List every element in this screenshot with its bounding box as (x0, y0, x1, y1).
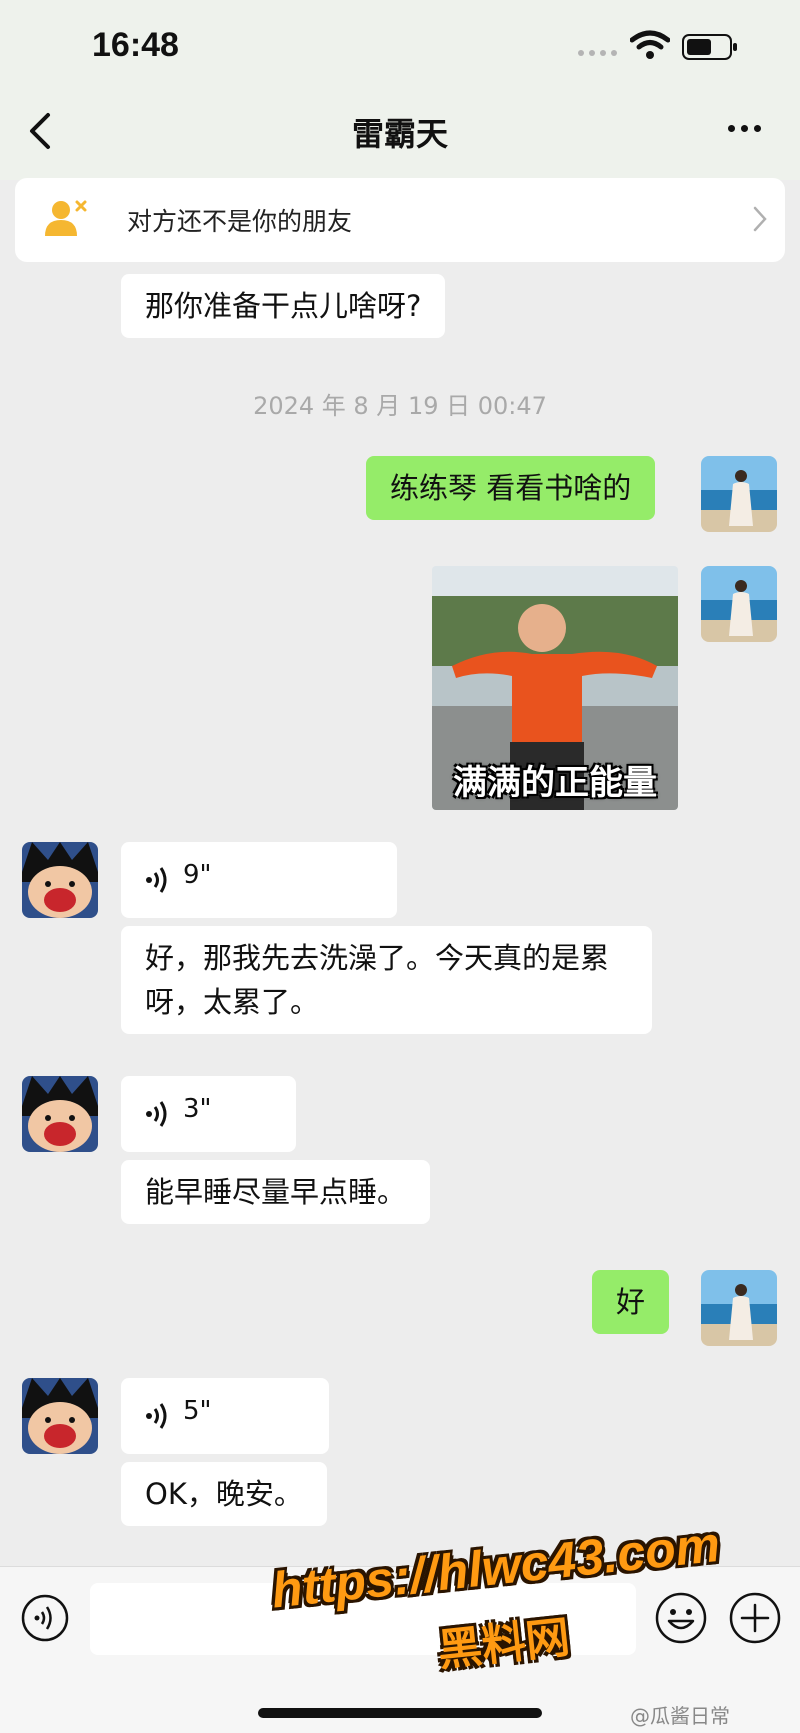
contact-avatar[interactable] (22, 842, 98, 918)
sticker-caption: 满满的正能量 (453, 763, 657, 803)
voice-duration: 9" (183, 860, 212, 890)
message-text: 好 (616, 1285, 646, 1319)
voice-wave-icon (146, 1403, 167, 1429)
wifi-icon (630, 30, 670, 59)
my-avatar[interactable] (701, 456, 777, 532)
message-timestamp: 2024 年 8 月 19 日 00:47 (253, 392, 547, 420)
message-bubble-received[interactable]: 能早睡尽量早点睡。 (121, 1160, 431, 1224)
message-bubble-received[interactable]: 好，那我先去洗澡了。今天真的是累呀，太累了。 (121, 926, 652, 1034)
contact-avatar[interactable] (22, 1076, 98, 1152)
message-text: OK，晚安。 (145, 1477, 303, 1511)
contact-avatar[interactable] (22, 1378, 98, 1454)
voice-duration: 5" (183, 1396, 212, 1426)
cellular-signal-icon (578, 50, 617, 56)
more-options-icon[interactable] (728, 125, 761, 132)
message-bubble-sent[interactable]: 练练琴 看看书啥的 (366, 456, 656, 520)
source-credit: @瓜酱日常 (630, 1704, 730, 1728)
voice-duration: 3" (183, 1094, 212, 1124)
message-bubble-sent[interactable]: 好 (592, 1270, 670, 1334)
not-friend-text: 对方还不是你的朋友 (127, 207, 353, 236)
voice-message[interactable]: 5" (121, 1378, 329, 1454)
back-arrow-icon[interactable] (26, 109, 56, 153)
battery-icon (682, 34, 737, 60)
voice-wave-icon (146, 1101, 167, 1127)
message-text: 能早睡尽量早点睡。 (145, 1175, 407, 1209)
status-time: 16:48 (92, 26, 179, 64)
chevron-right-icon (753, 206, 767, 232)
sticker-image[interactable]: 满满的正能量 (432, 566, 678, 810)
message-text: 练练琴 看看书啥的 (390, 471, 632, 505)
message-bubble-received[interactable]: 那你准备干点儿啥呀? (121, 274, 446, 338)
message-text: 好，那我先去洗澡了。今天真的是累呀，太累了。 (145, 941, 610, 1019)
plus-icon[interactable] (728, 1591, 782, 1645)
voice-message[interactable]: 9" (121, 842, 397, 918)
voice-wave-icon (146, 867, 167, 893)
voice-message[interactable]: 3" (121, 1076, 296, 1152)
chat-header: 雷霸天 (0, 95, 800, 180)
message-text: 那你准备干点儿啥呀? (145, 289, 422, 323)
home-indicator (258, 1708, 542, 1718)
not-friend-banner[interactable]: 对方还不是你的朋友 (15, 178, 785, 262)
status-bar: 16:48 (0, 0, 800, 95)
message-bubble-received[interactable]: OK，晚安。 (121, 1462, 327, 1526)
my-avatar[interactable] (701, 1270, 777, 1346)
voice-input-icon[interactable] (20, 1593, 70, 1643)
my-avatar[interactable] (701, 566, 777, 642)
chat-title: 雷霸天 (351, 115, 448, 153)
user-x-icon (45, 200, 87, 236)
